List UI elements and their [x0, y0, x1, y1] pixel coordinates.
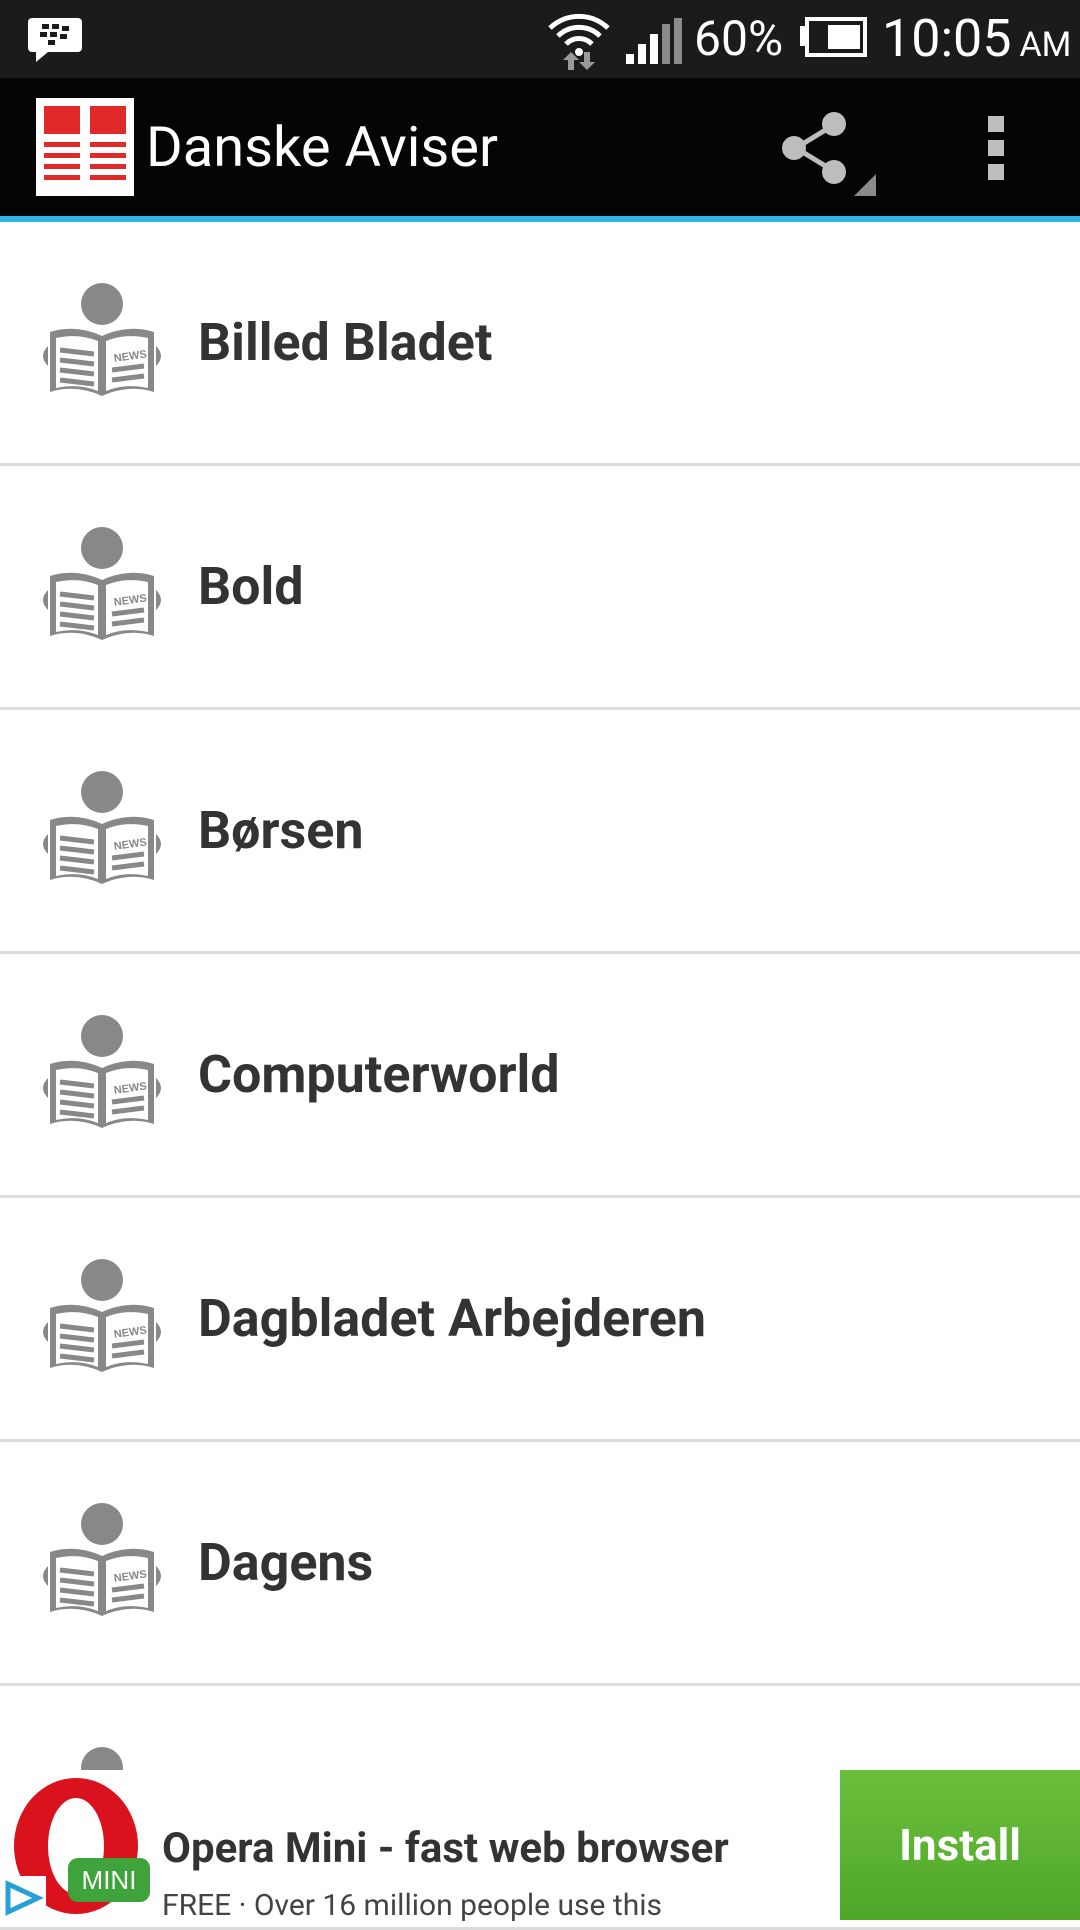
- list-item[interactable]: Computerworld: [0, 954, 1080, 1198]
- newspaper-reader-icon: [38, 1014, 166, 1132]
- list-item[interactable]: Bold: [0, 466, 1080, 710]
- signal-icon: [626, 18, 682, 64]
- ad-banner[interactable]: MINI Opera Mini - fast web browser FREE …: [0, 1770, 1080, 1923]
- list-item-label: Billed Bladet: [198, 312, 493, 373]
- list-item[interactable]: Dagbladet Arbejderen: [0, 1198, 1080, 1442]
- app-logo-icon[interactable]: [36, 98, 134, 196]
- list-item[interactable]: Billed Bladet: [0, 222, 1080, 466]
- clock: 10:05 AM: [882, 10, 1071, 74]
- newspaper-list: Billed Bladet Bold Børsen Computerworld …: [0, 222, 1080, 1930]
- newspaper-reader-icon: [38, 282, 166, 400]
- clock-ampm: AM: [1019, 25, 1072, 65]
- list-item[interactable]: Børsen: [0, 710, 1080, 954]
- battery-percent: 60%: [694, 10, 784, 67]
- list-item-label: Computerworld: [198, 1044, 560, 1105]
- action-bar: Danske Aviser: [0, 78, 1080, 222]
- svg-text:MINI: MINI: [82, 1865, 137, 1895]
- newspaper-reader-icon: [38, 1258, 166, 1376]
- app-title: Danske Aviser: [146, 114, 498, 180]
- newspaper-reader-icon: [38, 526, 166, 644]
- ad-title[interactable]: Opera Mini - fast web browser: [162, 1824, 729, 1873]
- install-button[interactable]: Install: [840, 1770, 1080, 1920]
- status-bar: 60% 10:05 AM: [0, 0, 1080, 78]
- list-item-label: Dagens: [198, 1532, 374, 1593]
- overflow-menu-icon[interactable]: [968, 100, 1024, 196]
- battery-icon: [800, 17, 867, 57]
- wifi-icon: [548, 13, 610, 70]
- ad-choices-icon[interactable]: [0, 1876, 46, 1920]
- list-item-label: Bold: [198, 556, 304, 617]
- share-button[interactable]: [770, 100, 880, 196]
- newspaper-reader-icon: [38, 1502, 166, 1620]
- bbm-notification-icon: [28, 18, 82, 62]
- newspaper-reader-icon: [38, 770, 166, 888]
- clock-time: 10:05: [882, 8, 1012, 69]
- list-item-label: Dagbladet Arbejderen: [198, 1288, 707, 1349]
- list-item[interactable]: Dagens: [0, 1442, 1080, 1686]
- ad-subtitle: FREE · Over 16 million people use this: [162, 1888, 662, 1923]
- list-item-label: Børsen: [198, 800, 364, 861]
- share-icon: [782, 112, 846, 184]
